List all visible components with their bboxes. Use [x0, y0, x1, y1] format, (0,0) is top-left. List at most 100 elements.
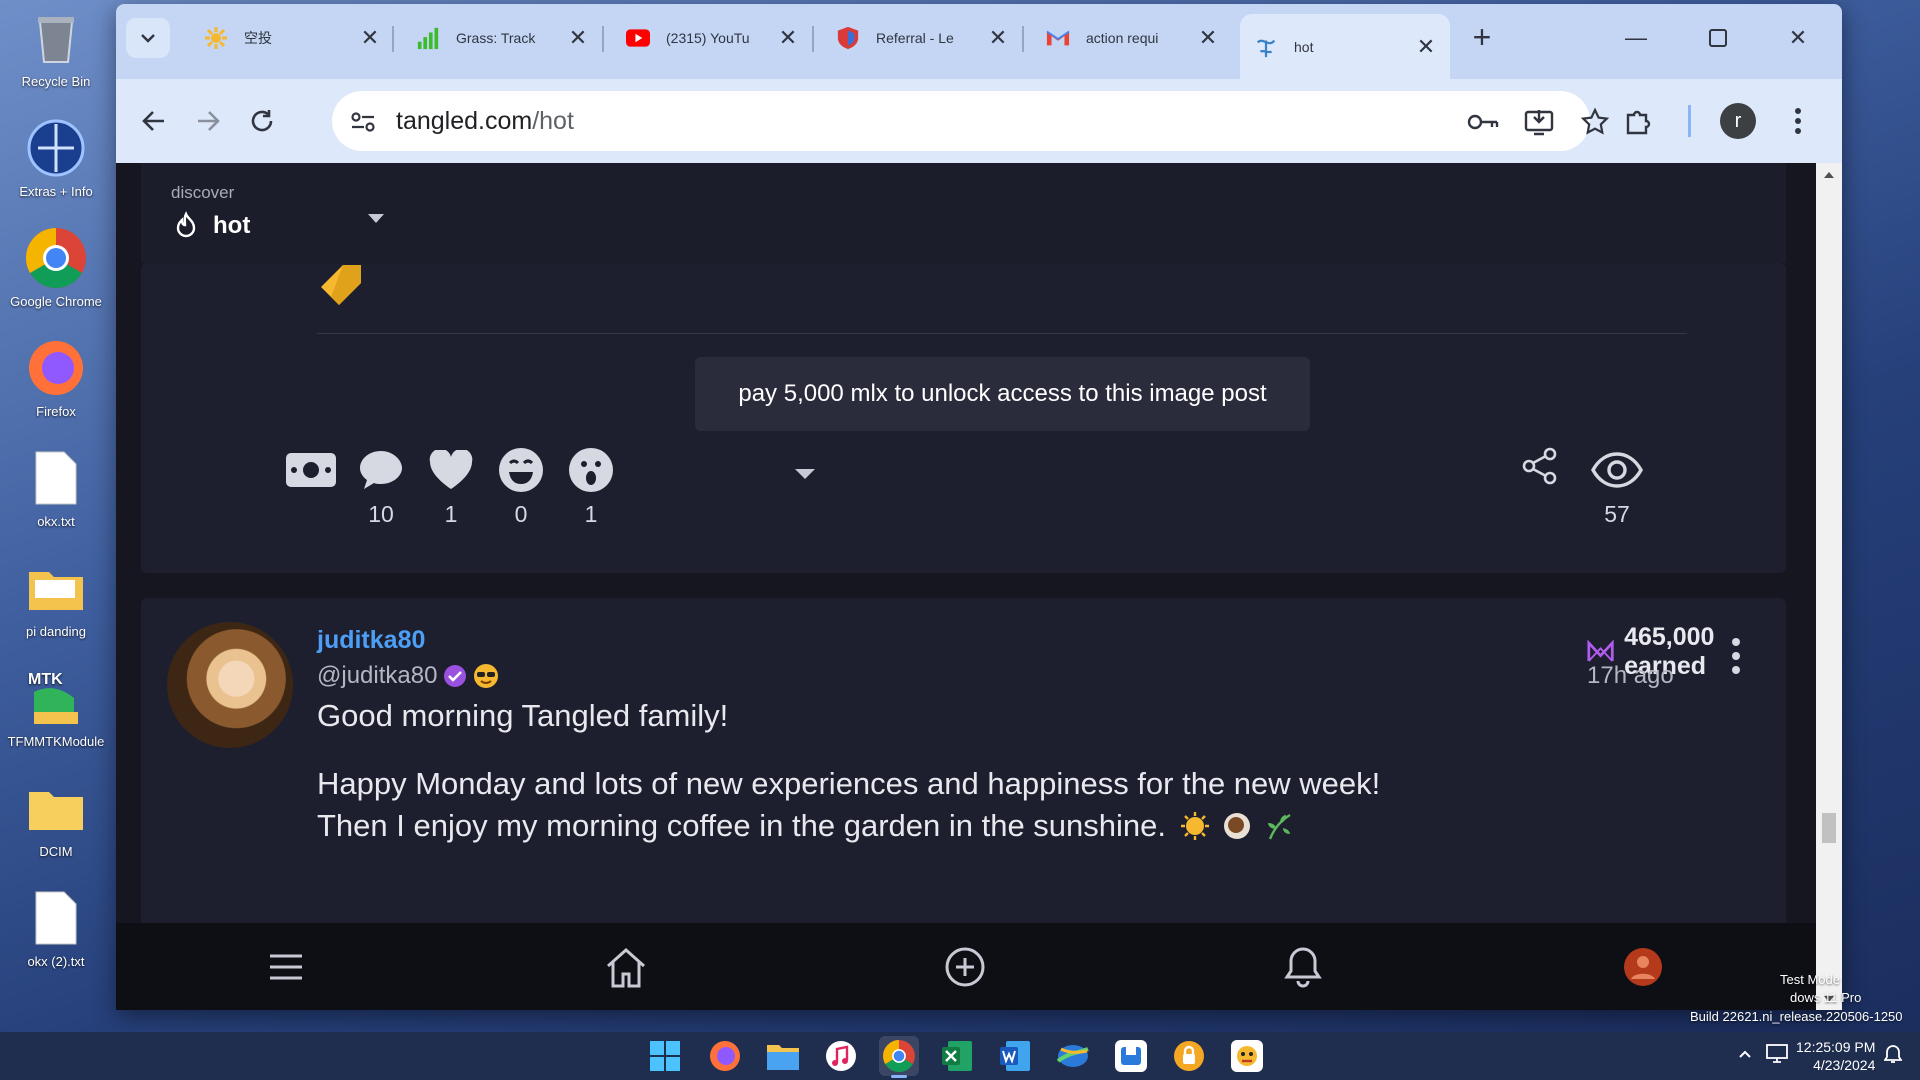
- password-key-icon[interactable]: [1466, 105, 1500, 139]
- close-icon[interactable]: ✕: [360, 25, 380, 51]
- scrollbar-thumb[interactable]: [1822, 813, 1836, 843]
- unlock-post-button[interactable]: pay 5,000 mlx to unlock access to this i…: [695, 357, 1310, 431]
- browser-menu-button[interactable]: [1776, 99, 1820, 143]
- excel-icon: [942, 1041, 972, 1071]
- taskbar-firefox[interactable]: [705, 1036, 745, 1076]
- url-host: tangled.com: [396, 107, 533, 135]
- minimize-button[interactable]: —: [1606, 16, 1666, 60]
- user-avatar-icon: [1624, 948, 1662, 986]
- url-text: tangled.com/hot: [396, 107, 574, 136]
- hamburger-menu-icon: [270, 954, 302, 980]
- feed-selector[interactable]: hot: [171, 211, 250, 241]
- taskbar-excel[interactable]: [937, 1036, 977, 1076]
- profile-button[interactable]: [1619, 943, 1667, 991]
- system-clock[interactable]: 12:25:09 PM 4/23/2024: [1796, 1038, 1875, 1074]
- taskbar-character-app[interactable]: [1227, 1036, 1267, 1076]
- tab-hot[interactable]: hot ✕: [1240, 14, 1450, 79]
- herb-emoji-icon: [1268, 813, 1291, 840]
- notification-bell-icon[interactable]: [1883, 1044, 1903, 1067]
- desktop-icon-recycle-bin[interactable]: Recycle Bin: [0, 6, 112, 106]
- desktop-icon-pi-danding[interactable]: pi danding: [0, 556, 112, 656]
- close-icon[interactable]: ✕: [988, 25, 1008, 51]
- profile-avatar[interactable]: r: [1720, 103, 1756, 139]
- tab-grass[interactable]: Grass: Track ✕: [402, 14, 602, 62]
- taskbar-blue-app[interactable]: [1111, 1036, 1151, 1076]
- post-options-icon[interactable]: [1726, 636, 1746, 676]
- comment-count: 10: [368, 501, 394, 527]
- desktop-icon-label: Firefox: [36, 404, 76, 419]
- flame-icon: [176, 211, 196, 238]
- comment-icon: [351, 445, 411, 495]
- notifications-button[interactable]: [1279, 943, 1327, 991]
- desktop-icon-okx-txt[interactable]: okx.txt: [0, 446, 112, 546]
- firefox-icon: [24, 336, 88, 400]
- more-reactions-caret-icon[interactable]: [793, 466, 817, 482]
- wow-button[interactable]: 1: [561, 445, 621, 528]
- close-icon[interactable]: ✕: [1198, 25, 1218, 51]
- menu-button[interactable]: [262, 943, 310, 991]
- author-avatar[interactable]: [167, 622, 293, 748]
- desktop-icon-extras-info[interactable]: Extras + Info: [0, 116, 112, 216]
- desktop-icon-okx-2-txt[interactable]: okx (2).txt: [0, 886, 112, 986]
- feed-header: discover hot: [141, 163, 1786, 263]
- taskbar-word[interactable]: [995, 1036, 1035, 1076]
- tab-airdrop[interactable]: 空投 ✕: [190, 14, 394, 62]
- create-post-button[interactable]: [941, 943, 989, 991]
- bookmark-star-icon[interactable]: [1578, 105, 1612, 139]
- taskbar-itunes[interactable]: [821, 1036, 861, 1076]
- dropdown-caret-icon[interactable]: [366, 211, 386, 225]
- test-mode-label: Test Mode: [1780, 972, 1840, 987]
- tab-search-button[interactable]: [126, 18, 170, 58]
- desktop-icon-dcim[interactable]: DCIM: [0, 776, 112, 876]
- taskbar-orange-app[interactable]: [1169, 1036, 1209, 1076]
- close-icon[interactable]: ✕: [778, 25, 798, 51]
- address-bar[interactable]: tangled.com/hot: [332, 91, 1609, 151]
- post-text-line: Happy Monday and lots of new experiences…: [317, 766, 1381, 801]
- arrow-right-icon: [198, 111, 220, 131]
- site-settings-icon[interactable]: [346, 105, 380, 139]
- tab-youtube[interactable]: (2315) YouTu ✕: [612, 14, 812, 62]
- scroll-up-icon[interactable]: [1823, 171, 1835, 179]
- taskbar-network-app[interactable]: [1053, 1036, 1093, 1076]
- tab-referral[interactable]: Referral - Le ✕: [822, 14, 1022, 62]
- tip-button[interactable]: [281, 445, 341, 495]
- taskbar-chrome[interactable]: [879, 1036, 919, 1078]
- text-file-icon: [24, 886, 88, 950]
- author-display-name[interactable]: juditka80: [317, 626, 425, 655]
- verified-badge-icon: [444, 665, 467, 687]
- mlx-logo-icon: [1587, 640, 1614, 662]
- close-window-button[interactable]: ✕: [1768, 16, 1828, 60]
- desktop-icon-google-chrome[interactable]: Google Chrome: [0, 226, 112, 326]
- forward-button[interactable]: [186, 99, 230, 143]
- reload-button[interactable]: [240, 99, 284, 143]
- laugh-button[interactable]: 0: [491, 445, 551, 528]
- text-file-icon: [24, 446, 88, 510]
- close-icon[interactable]: ✕: [568, 25, 588, 51]
- windows-logo-icon: [650, 1041, 680, 1071]
- close-icon[interactable]: ✕: [1416, 34, 1436, 60]
- like-button[interactable]: 1: [421, 445, 481, 528]
- desktop-icon-label: okx.txt: [37, 514, 75, 529]
- maximize-button[interactable]: [1688, 16, 1748, 60]
- new-tab-button[interactable]: +: [1462, 18, 1502, 58]
- taskbar-file-explorer[interactable]: [763, 1036, 803, 1076]
- home-button[interactable]: [602, 943, 650, 991]
- start-button[interactable]: [645, 1036, 685, 1076]
- url-path: /hot: [532, 107, 574, 135]
- comment-button[interactable]: 10: [351, 445, 411, 528]
- desktop-icon-tfmmtkmodule[interactable]: MTK TFMMTKModule: [0, 666, 112, 766]
- post-divider: [317, 333, 1687, 334]
- back-button[interactable]: [132, 99, 176, 143]
- tab-title: action requi: [1086, 30, 1159, 46]
- wow-count: 1: [584, 501, 598, 527]
- desktop-icon-label: Extras + Info: [19, 184, 93, 199]
- display-icon[interactable]: [1766, 1044, 1788, 1067]
- tab-gmail[interactable]: action requi ✕: [1032, 14, 1232, 62]
- desktop-icon-firefox[interactable]: Firefox: [0, 336, 112, 436]
- install-app-icon[interactable]: [1522, 105, 1556, 139]
- extensions-button[interactable]: [1616, 99, 1660, 143]
- page-scrollbar[interactable]: [1816, 163, 1842, 1010]
- share-icon[interactable]: [1522, 447, 1558, 485]
- tray-chevron-icon[interactable]: [1738, 1046, 1752, 1062]
- author-handle[interactable]: @juditka80: [317, 662, 437, 690]
